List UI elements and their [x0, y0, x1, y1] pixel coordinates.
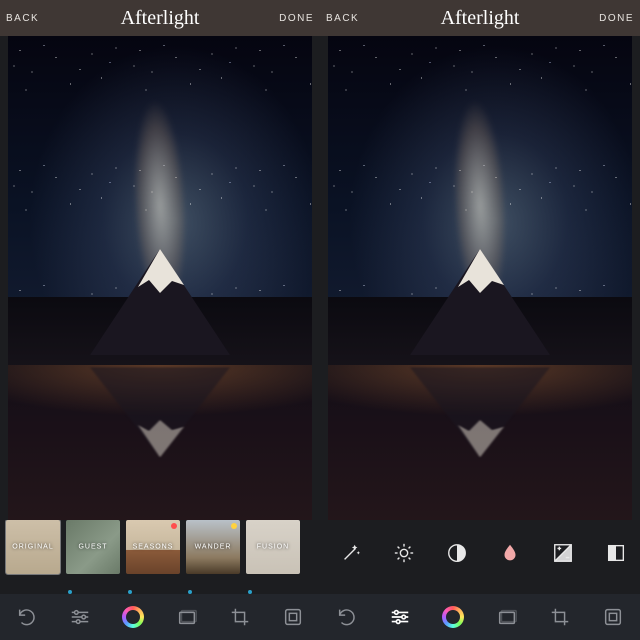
adjust-brightness[interactable] — [377, 527, 430, 579]
bottom-toolbar — [0, 594, 320, 640]
drop-icon — [499, 542, 521, 564]
bottom-toolbar — [320, 594, 640, 640]
adjust-button[interactable] — [378, 594, 422, 640]
done-button[interactable]: DONE — [599, 0, 634, 36]
adjust-exposure[interactable] — [536, 527, 589, 579]
filter-seasons[interactable]: SEASONS — [126, 520, 180, 574]
adjust-clarify[interactable] — [324, 527, 377, 579]
crop-button[interactable] — [218, 594, 262, 640]
filter-fusion[interactable]: FUSION — [246, 520, 300, 574]
crop-button[interactable] — [538, 594, 582, 640]
exposure-icon — [552, 542, 574, 564]
screen-adjust: BACK Afterlight DONE — [320, 0, 640, 640]
highlights-icon — [605, 542, 627, 564]
wand-icon — [340, 542, 362, 564]
contrast-icon — [446, 542, 468, 564]
app-brand: Afterlight — [441, 7, 520, 30]
new-badge — [231, 523, 237, 529]
filter-guest[interactable]: GUEST — [66, 520, 120, 574]
filters-button[interactable] — [111, 594, 155, 640]
undo-button[interactable] — [5, 594, 49, 640]
back-button[interactable]: BACK — [326, 0, 359, 36]
done-button[interactable]: DONE — [279, 0, 314, 36]
textures-button[interactable] — [485, 594, 529, 640]
frames-button[interactable] — [591, 594, 635, 640]
filters-button[interactable] — [431, 594, 475, 640]
screen-filters: BACK Afterlight DONE ORIGINAL GUEST SEAS… — [0, 0, 320, 640]
new-badge — [171, 523, 177, 529]
header: BACK Afterlight DONE — [0, 0, 320, 36]
app-brand: Afterlight — [121, 7, 200, 30]
adjust-saturation[interactable] — [483, 527, 536, 579]
textures-button[interactable] — [165, 594, 209, 640]
adjust-highlights[interactable] — [589, 527, 640, 579]
photo-canvas[interactable] — [8, 36, 312, 520]
photo-canvas[interactable] — [328, 36, 632, 520]
frames-button[interactable] — [271, 594, 315, 640]
header: BACK Afterlight DONE — [320, 0, 640, 36]
filter-original[interactable]: ORIGINAL — [6, 520, 60, 574]
filter-wander[interactable]: WANDER — [186, 520, 240, 574]
back-button[interactable]: BACK — [6, 0, 39, 36]
sun-icon — [393, 542, 415, 564]
filter-strip: ORIGINAL GUEST SEASONS WANDER FUSION — [0, 520, 320, 586]
adjust-contrast[interactable] — [430, 527, 483, 579]
adjust-strip — [320, 520, 640, 586]
color-ring-icon — [122, 606, 144, 628]
color-ring-icon — [442, 606, 464, 628]
undo-button[interactable] — [325, 594, 369, 640]
adjust-button[interactable] — [58, 594, 102, 640]
